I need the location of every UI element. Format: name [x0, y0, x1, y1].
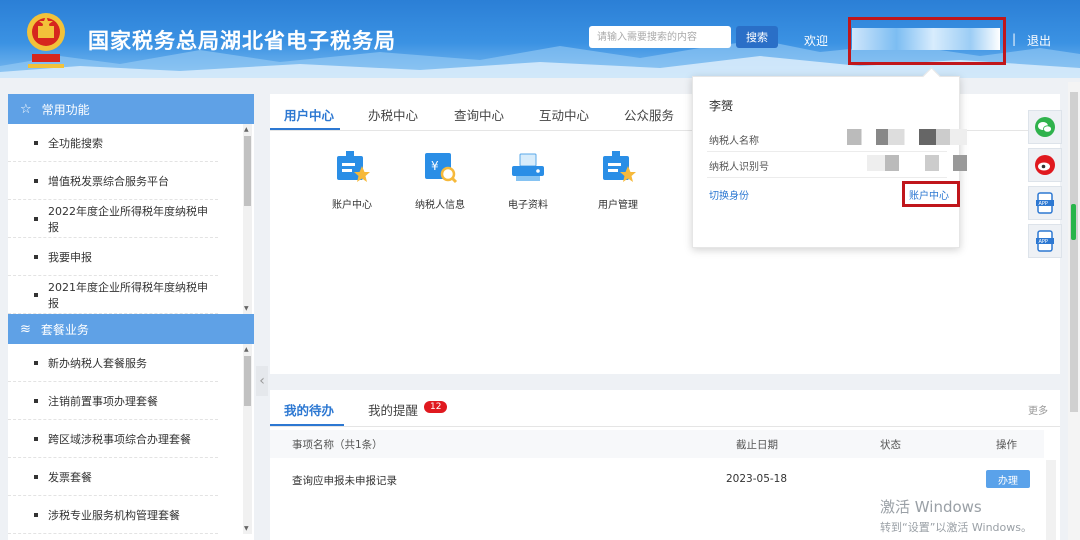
- user-dropdown-popup: 李赟 纳税人名称 纳税人识别号 切换身份 账户中心: [692, 67, 967, 248]
- taxpayer-id-label: 纳税人识别号: [709, 162, 769, 173]
- section-title: 套餐业务: [40, 322, 89, 337]
- app-icon: APP: [1036, 230, 1054, 252]
- tab-interaction-center[interactable]: 互动中心: [539, 105, 589, 124]
- tile-account-center[interactable]: 账户中心: [312, 150, 392, 211]
- app-download-button[interactable]: APP: [1028, 186, 1062, 220]
- scroll-indicator: [1071, 204, 1076, 240]
- scroll-thumb[interactable]: [244, 356, 251, 406]
- tile-label: 电子资料: [508, 200, 548, 211]
- scrollbar[interactable]: ▲ ▼: [243, 344, 252, 534]
- highlight-box-account-center: [902, 181, 960, 207]
- windows-activation-watermark: 激活 Windows 转到“设置”以激活 Windows。: [880, 496, 1032, 535]
- tile-label: 用户管理: [598, 200, 638, 211]
- tab-tax-center[interactable]: 办税中心: [368, 105, 418, 124]
- handle-button[interactable]: 办理: [986, 470, 1030, 488]
- taxpayer-id-row: 纳税人识别号: [707, 153, 967, 178]
- watermark-line1: 激活 Windows: [880, 498, 982, 516]
- tab-my-reminder[interactable]: 我的提醒: [368, 400, 418, 419]
- collapse-sidebar-icon[interactable]: ‹: [256, 366, 268, 396]
- tile-user-management[interactable]: 用户管理: [578, 150, 658, 211]
- page-scroll-thumb[interactable]: [1070, 92, 1078, 412]
- switch-identity-link[interactable]: 切换身份: [709, 187, 749, 202]
- site-title: 国家税务总局湖北省电子税务局: [88, 29, 396, 53]
- tile-label: 账户中心: [332, 200, 372, 211]
- tab-public-service[interactable]: 公众服务: [624, 105, 674, 124]
- active-tab-indicator: [270, 128, 340, 130]
- tab-my-todo[interactable]: 我的待办: [284, 400, 334, 419]
- todo-tabs: 我的待办 我的提醒 12 更多: [270, 390, 1060, 427]
- scrollbar[interactable]: ▲ ▼: [243, 124, 252, 314]
- logout-link[interactable]: 退出: [1027, 32, 1051, 49]
- package-business-list: 新办纳税人套餐服务 注销前置事项办理套餐 跨区域涉税事项综合办理套餐 发票套餐 …: [8, 344, 254, 534]
- taxpayer-name-row: 纳税人名称: [707, 127, 967, 152]
- column-header: 截止日期: [736, 439, 778, 451]
- e-document-icon: [512, 153, 544, 181]
- svg-text:¥: ¥: [431, 159, 439, 173]
- list-item[interactable]: 注销前置事项办理套餐: [8, 382, 218, 420]
- column-header: 状态: [880, 439, 901, 451]
- scroll-down-icon[interactable]: ▼: [244, 525, 249, 532]
- scroll-thumb[interactable]: [244, 136, 251, 206]
- list-item[interactable]: 跨区域涉税事项综合办理套餐: [8, 420, 218, 458]
- star-icon: ☆: [20, 101, 32, 117]
- weibo-button[interactable]: [1028, 148, 1062, 182]
- taxpayer-info-icon: ¥: [425, 153, 458, 184]
- site-header: 国家税务总局湖北省电子税务局 搜索 欢迎 | 退出: [0, 0, 1080, 78]
- tile-taxpayer-info[interactable]: ¥ 纳税人信息: [400, 150, 480, 211]
- column-header: 操作: [996, 439, 1017, 451]
- sidebar-section-common[interactable]: ☆ 常用功能: [8, 94, 254, 124]
- tab-query-center[interactable]: 查询中心: [454, 105, 504, 124]
- wechat-icon: [1035, 117, 1055, 137]
- taxpayer-name-redacted: [847, 129, 967, 145]
- common-functions-list: 全功能搜索 增值税发票综合服务平台 2022年度企业所得税年度纳税申报 我要申报…: [8, 124, 254, 314]
- header-separator: |: [1012, 32, 1017, 46]
- app-icon: APP: [1036, 192, 1054, 214]
- scroll-down-icon[interactable]: ▼: [244, 305, 249, 312]
- sidebar-section-package[interactable]: ≋ 套餐业务: [8, 314, 254, 344]
- taxpayer-name-label: 纳税人名称: [709, 136, 759, 147]
- list-item[interactable]: 2022年度企业所得税年度纳税申报: [8, 200, 218, 238]
- app-download-button-2[interactable]: APP: [1028, 224, 1062, 258]
- highlight-box-user: [848, 17, 1006, 65]
- table-row: 查询应申报未申报记录 2023-05-18 办理: [270, 466, 1044, 494]
- list-item[interactable]: 新办纳税人套餐服务: [8, 344, 218, 382]
- todo-scrollbar[interactable]: [1046, 460, 1056, 540]
- search-button[interactable]: 搜索: [736, 26, 778, 48]
- section-title: 常用功能: [41, 102, 90, 117]
- welcome-text: 欢迎: [804, 34, 829, 48]
- tab-user-center[interactable]: 用户中心: [284, 105, 334, 124]
- tile-label: 纳税人信息: [415, 200, 465, 211]
- more-link[interactable]: 更多: [1028, 402, 1048, 417]
- list-item[interactable]: 全功能搜索: [8, 124, 218, 162]
- weibo-icon: [1035, 155, 1055, 175]
- active-tab-indicator: [270, 424, 344, 426]
- left-sidebar: ☆ 常用功能 全功能搜索 增值税发票综合服务平台 2022年度企业所得税年度纳税…: [8, 94, 254, 540]
- todo-deadline: 2023-05-18: [726, 473, 788, 485]
- list-item[interactable]: 增值税发票综合服务平台: [8, 162, 218, 200]
- wechat-button[interactable]: [1028, 110, 1062, 144]
- search-input[interactable]: [589, 26, 731, 48]
- list-item[interactable]: 发票套餐: [8, 458, 218, 496]
- column-header: 事项名称（共1条）: [292, 439, 383, 451]
- tax-emblem-icon: [27, 13, 65, 68]
- reminder-count-badge: 12: [424, 401, 448, 413]
- list-item[interactable]: 2021年度企业所得税年度纳税申报: [8, 276, 218, 314]
- scroll-up-icon[interactable]: ▲: [244, 126, 249, 133]
- list-item[interactable]: 我要申报: [8, 238, 218, 276]
- todo-table-header: 事项名称（共1条） 截止日期 状态 操作: [270, 430, 1044, 458]
- todo-item-name: 查询应申报未申报记录: [292, 475, 397, 487]
- watermark-line2: 转到“设置”以激活 Windows。: [880, 521, 1032, 534]
- list-item[interactable]: 涉税专业服务机构管理套餐: [8, 496, 218, 534]
- tile-e-document[interactable]: 电子资料: [488, 150, 568, 211]
- layers-icon: ≋: [20, 321, 31, 337]
- svg-text:APP: APP: [1039, 239, 1048, 245]
- account-center-icon: [337, 151, 370, 182]
- scroll-up-icon[interactable]: ▲: [244, 346, 249, 353]
- page-scrollbar[interactable]: [1068, 82, 1080, 540]
- popup-user-name: 李赟: [709, 99, 734, 113]
- user-management-icon: [603, 151, 636, 182]
- taxpayer-id-redacted: [867, 155, 967, 171]
- svg-text:APP: APP: [1039, 201, 1048, 207]
